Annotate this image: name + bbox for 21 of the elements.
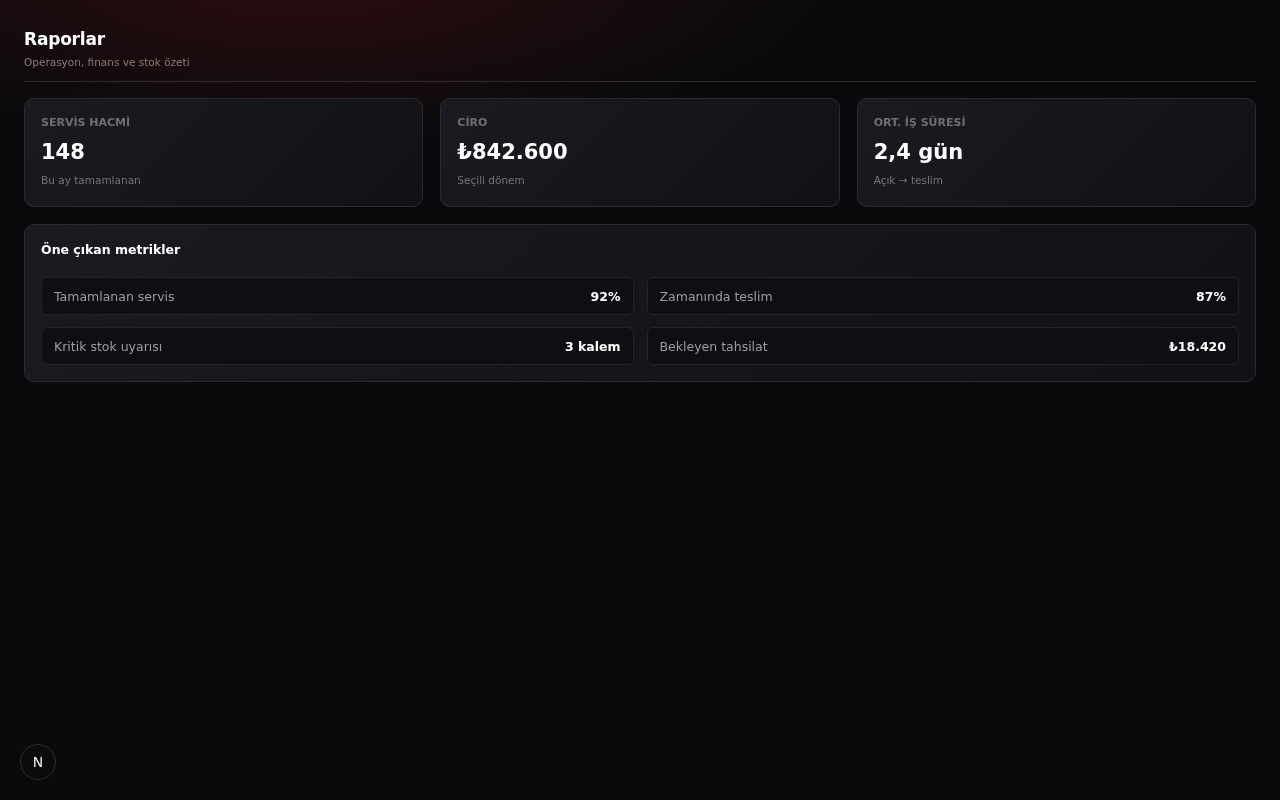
metric-value: ₺18.420 (1169, 338, 1226, 354)
stat-value: ₺842.600 (457, 139, 569, 166)
metric-value: 92% (590, 288, 621, 304)
dev-indicator-button[interactable]: N (20, 744, 56, 780)
page-title: Raporlar (24, 28, 106, 50)
stat-note: Bu ay tamamlanan (41, 173, 142, 187)
metric-label: Kritik stok uyarısı (54, 338, 163, 354)
metric-label: Zamanında teslim (659, 288, 773, 304)
panel-title: Öne çıkan metrikler (41, 242, 182, 258)
metric-value: 3 kalem (564, 338, 621, 354)
stat-label: CİRO (457, 116, 489, 130)
stat-label: SERVİS HACMİ (41, 116, 132, 130)
stat-value: 2,4 gün (873, 139, 965, 166)
metric-label: Tamamlanan servis (54, 288, 175, 304)
stat-note: Seçili dönem (457, 173, 526, 187)
page-subtitle: Operasyon, finans ve stok özeti (24, 55, 191, 69)
stat-label: ORT. İŞ SÜRESİ (873, 116, 967, 130)
stat-note: Açık → teslim (873, 173, 944, 187)
stat-value: 148 (41, 139, 86, 166)
metric-label: Bekleyen tahsilat (659, 338, 768, 354)
metric-value: 87% (1196, 288, 1226, 304)
